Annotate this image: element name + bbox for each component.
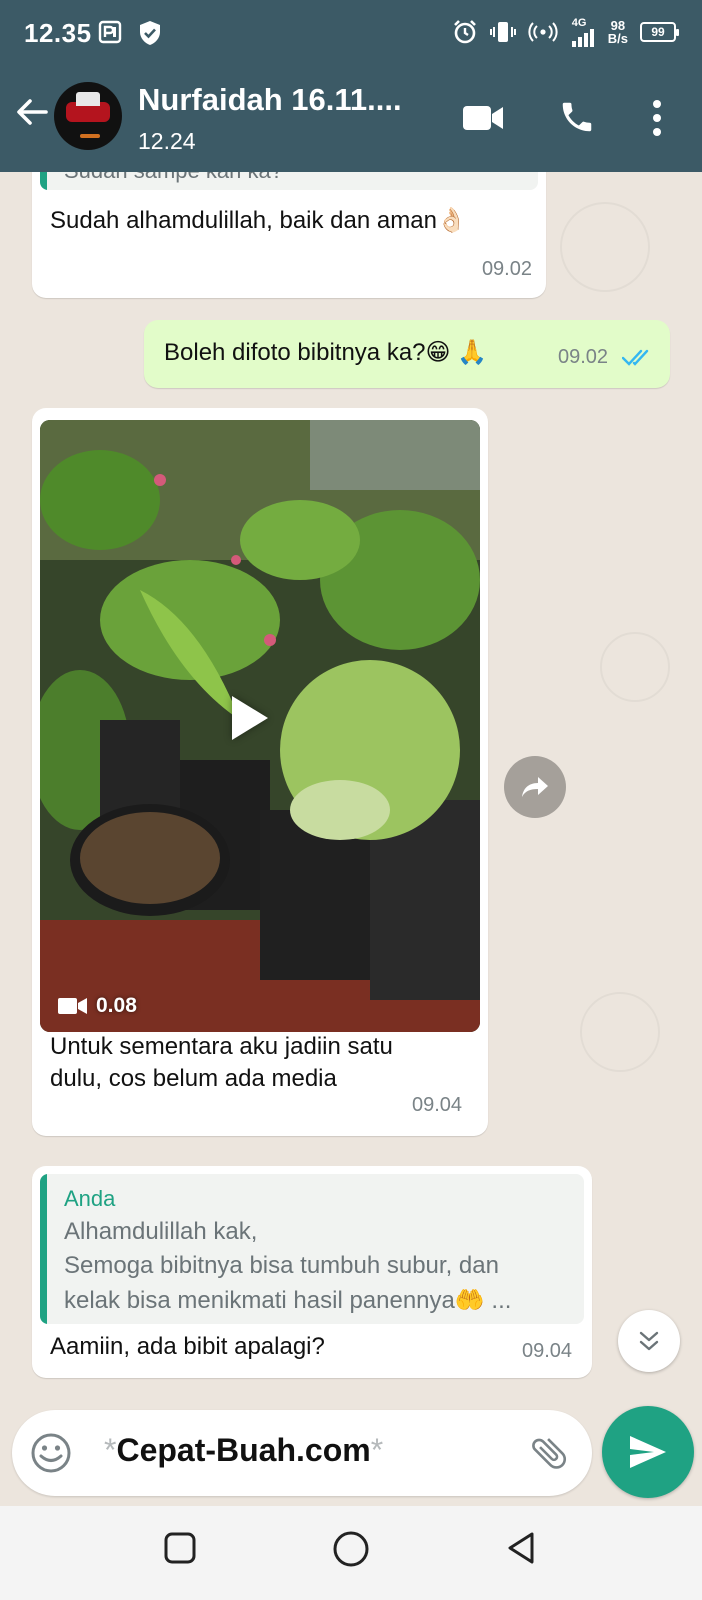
message-input[interactable]: *Cepat-Buah.com* xyxy=(104,1432,383,1469)
format-asterisk: * xyxy=(370,1432,384,1468)
quote-author: Anda xyxy=(64,1186,116,1211)
videocam-icon xyxy=(58,998,87,1014)
scroll-down-icon xyxy=(639,1331,659,1351)
back-arrow-icon[interactable] xyxy=(14,94,50,130)
quoted-message[interactable]: Anda Alhamdulillah kak, Semoga bibitnya … xyxy=(40,1174,584,1324)
chat-area[interactable]: Sudah sampe kah ka? Sudah alhamdulillah,… xyxy=(0,172,702,1408)
video-caption-line: Untuk sementara aku jadiin satu xyxy=(50,1033,393,1060)
forward-icon xyxy=(522,777,548,797)
hotspot-icon xyxy=(528,22,558,42)
net-speed: 98 B/s xyxy=(608,19,628,45)
top-bar: 12.35 4G 98 B/s 99 Nurfaidah 16.11.... 1… xyxy=(0,0,702,172)
emoji-icon[interactable] xyxy=(30,1432,72,1474)
quote-line: kelak bisa menikmati hasil panennya🤲 ... xyxy=(64,1287,512,1314)
quoted-message[interactable]: Sudah sampe kah ka? xyxy=(40,172,538,190)
network-type: 4G xyxy=(571,17,587,29)
attach-icon[interactable] xyxy=(528,1432,570,1474)
message-composer[interactable]: *Cepat-Buah.com* xyxy=(12,1410,592,1496)
contact-avatar[interactable] xyxy=(54,82,122,150)
signal-icon xyxy=(571,29,594,47)
video-thumbnail[interactable]: 0.08 xyxy=(40,420,480,1032)
message-bubble-incoming[interactable]: Sudah sampe kah ka? Sudah alhamdulillah,… xyxy=(32,172,546,298)
system-nav-bar xyxy=(0,1506,702,1600)
message-text: Aamiin, ada bibit apalagi? xyxy=(50,1333,325,1360)
read-receipt-icon xyxy=(622,349,649,366)
send-button[interactable] xyxy=(602,1406,694,1498)
status-icons: 4G 98 B/s 99 xyxy=(452,14,679,50)
video-call-icon[interactable] xyxy=(462,104,504,132)
recents-button[interactable] xyxy=(162,1530,198,1566)
contact-subtitle: 12.24 xyxy=(138,128,196,154)
play-icon[interactable] xyxy=(232,696,268,740)
shield-icon xyxy=(140,21,160,45)
message-time: 09.04 xyxy=(412,1094,463,1116)
battery-icon: 99 xyxy=(640,22,679,42)
wallpaper-doodle xyxy=(580,992,660,1072)
message-input-text: Cepat-Buah.com xyxy=(116,1432,371,1468)
contact-name[interactable]: Nurfaidah 16.11.... xyxy=(138,82,402,118)
wallpaper-doodle xyxy=(600,632,670,702)
video-caption-line: dulu, cos belum ada media xyxy=(50,1065,337,1092)
message-bubble-outgoing[interactable]: Boleh difoto bibitnya ka?😁 🙏 09.02 xyxy=(144,320,670,388)
status-bar: 12.35 4G 98 B/s 99 xyxy=(0,0,702,66)
message-time: 09.04 xyxy=(522,1340,573,1362)
quote-line: Alhamdulillah kak, xyxy=(64,1218,258,1245)
more-vert-icon[interactable] xyxy=(650,98,664,138)
quote-bar xyxy=(40,172,47,190)
quote-line: Semoga bibitnya bisa tumbuh subur, dan xyxy=(64,1252,499,1279)
phone-icon[interactable] xyxy=(558,98,596,136)
message-bubble-incoming[interactable]: Anda Alhamdulillah kak, Semoga bibitnya … xyxy=(32,1166,592,1378)
message-time: 09.02 xyxy=(481,258,532,280)
quote-bar xyxy=(40,1174,47,1324)
status-time: 12.35 xyxy=(24,18,92,48)
wallpaper-doodle xyxy=(560,202,650,292)
home-button[interactable] xyxy=(332,1530,370,1568)
format-asterisk: * xyxy=(104,1432,117,1468)
video-duration: 0.08 xyxy=(58,994,137,1018)
signal-indicator: 4G xyxy=(570,17,596,47)
back-button[interactable] xyxy=(504,1530,538,1566)
forward-button[interactable] xyxy=(504,756,566,818)
message-time: 09.02 xyxy=(558,346,609,368)
scroll-down-button[interactable] xyxy=(618,1310,680,1372)
alarm-icon xyxy=(453,20,476,44)
nfc-icon xyxy=(98,20,122,44)
chat-header: Nurfaidah 16.11.... 12.24 xyxy=(0,66,702,172)
net-speed-unit: B/s xyxy=(607,31,628,46)
avatar-text xyxy=(80,134,100,138)
battery-level: 99 xyxy=(651,25,665,39)
send-icon xyxy=(630,1436,666,1468)
quote-preview-text: Sudah sampe kah ka? xyxy=(64,172,283,184)
video-duration-text: 0.08 xyxy=(96,994,137,1017)
avatar-book xyxy=(76,92,100,106)
message-text: Sudah alhamdulillah, baik dan aman👌🏻 xyxy=(50,207,467,234)
vibrate-icon xyxy=(489,22,516,42)
message-text: Boleh difoto bibitnya ka?😁 🙏 xyxy=(164,339,488,366)
